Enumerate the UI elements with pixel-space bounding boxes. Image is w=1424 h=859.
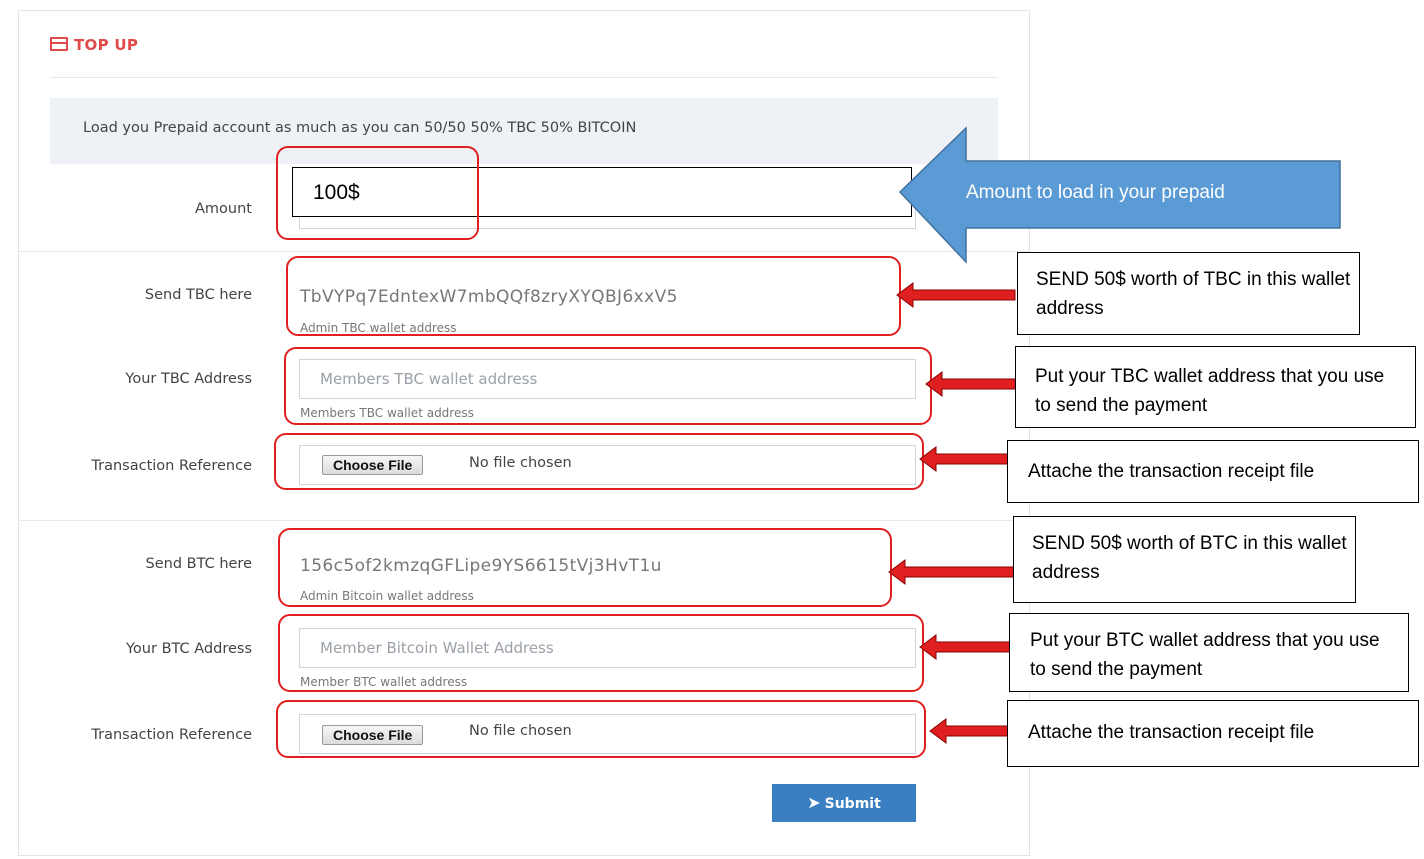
red-arrow-4 — [888, 559, 1016, 585]
notice-banner: Load you Prepaid account as much as you … — [50, 98, 998, 164]
highlight-ring-amount — [276, 146, 479, 240]
send-tbc-label: Send TBC here — [144, 287, 252, 303]
red-arrow-6 — [929, 718, 1009, 744]
red-arrow-1 — [896, 282, 1016, 308]
your-tbc-label: Your TBC Address — [125, 371, 252, 387]
panel-title: TOP UP — [50, 36, 138, 54]
tx-ref-label-1: Transaction Reference — [91, 458, 252, 474]
divider — [18, 520, 1030, 521]
red-arrow-3 — [919, 446, 1009, 472]
highlight-ring-your-tbc — [284, 347, 932, 425]
highlight-ring-send-btc — [278, 528, 892, 607]
divider — [18, 251, 1030, 252]
card-icon — [50, 37, 68, 51]
amount-label: Amount — [195, 201, 252, 217]
callout-attach-2: Attache the transaction receipt file — [1007, 700, 1419, 767]
callout-send-tbc: SEND 50$ worth of TBC in this wallet add… — [1017, 252, 1360, 335]
divider — [50, 77, 998, 78]
submit-button[interactable]: ➤ Submit — [772, 784, 916, 822]
highlight-ring-file-1 — [274, 433, 924, 490]
highlight-ring-send-tbc — [286, 256, 901, 336]
callout-your-tbc: Put your TBC wallet address that you use… — [1015, 346, 1416, 428]
amount-annotation: Amount to load in your prepaid — [966, 182, 1225, 203]
callout-send-btc: SEND 50$ worth of BTC in this wallet add… — [1013, 516, 1356, 603]
highlight-ring-your-btc — [278, 614, 924, 692]
callout-your-btc: Put your BTC wallet address that you use… — [1009, 613, 1409, 692]
tx-ref-label-2: Transaction Reference — [91, 727, 252, 743]
paper-plane-icon: ➤ — [807, 793, 821, 812]
callout-attach-1: Attache the transaction receipt file — [1007, 440, 1419, 503]
highlight-ring-file-2 — [276, 700, 926, 758]
send-btc-label: Send BTC here — [145, 556, 253, 572]
your-btc-label: Your BTC Address — [126, 641, 252, 657]
